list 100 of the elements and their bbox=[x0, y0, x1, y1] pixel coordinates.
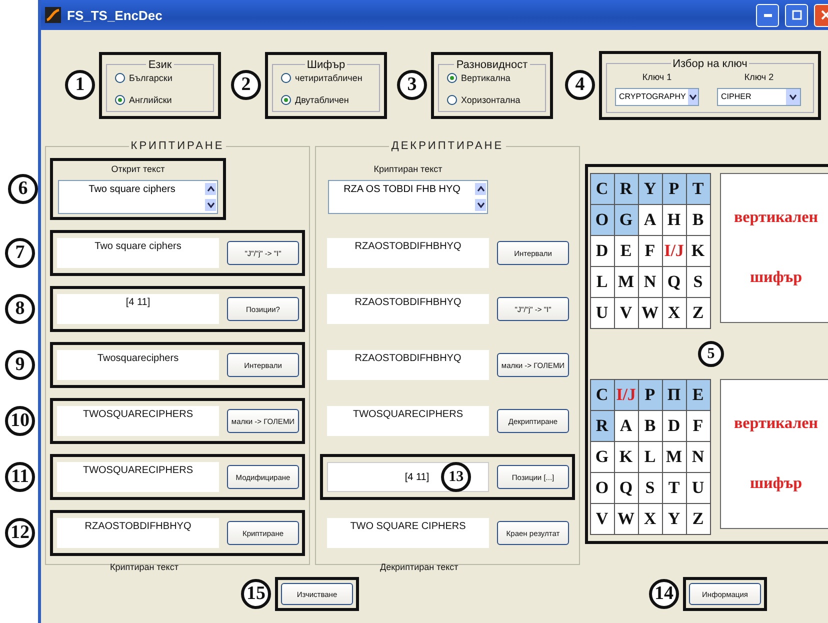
panel-title: КРИПТИРАНЕ bbox=[130, 140, 226, 152]
letter-cell: U bbox=[590, 298, 614, 328]
number-marker: 6 bbox=[8, 174, 38, 204]
letter-cell: C bbox=[590, 380, 614, 410]
maximize-icon bbox=[792, 10, 802, 20]
letter-cell: V bbox=[590, 504, 614, 534]
letter-cell: T bbox=[686, 174, 710, 204]
key-label: Ключ 1 bbox=[642, 72, 672, 82]
scroll-up-button[interactable] bbox=[475, 183, 486, 195]
letter-cell: I/J bbox=[662, 236, 686, 266]
letter-cell: Q bbox=[614, 473, 638, 503]
letter-cell: E bbox=[614, 236, 638, 266]
letter-cell: E bbox=[686, 380, 710, 410]
letter-cell: W bbox=[614, 504, 638, 534]
number-marker: 2 bbox=[231, 70, 261, 100]
letter-cell: П bbox=[662, 380, 686, 410]
group-title: Шифър bbox=[306, 58, 346, 70]
maximize-button[interactable] bbox=[785, 4, 808, 26]
scroll-down-button[interactable] bbox=[475, 199, 486, 211]
radio-label: Двутабличен bbox=[295, 94, 349, 104]
output-field: RZAOSTOBDIFHBHYQ bbox=[327, 350, 489, 380]
number-marker: 13 bbox=[441, 462, 472, 492]
letter-cell: Z bbox=[686, 298, 710, 328]
letter-cell: Y bbox=[662, 504, 686, 534]
caption-text: шифър bbox=[750, 475, 802, 493]
letter-cell: R bbox=[614, 174, 638, 204]
letter-cell: P bbox=[638, 380, 662, 410]
group-title: Избор на ключ bbox=[672, 58, 748, 70]
group-title: Език bbox=[147, 58, 173, 70]
letter-cell: T bbox=[662, 473, 686, 503]
radio-button[interactable] bbox=[447, 72, 457, 82]
letter-cell: Q bbox=[662, 267, 686, 297]
output-field: RZAOSTOBDIFHBHYQ bbox=[57, 518, 219, 548]
letter-cell: G bbox=[614, 205, 638, 235]
key-dropdown[interactable]: CIPHER bbox=[717, 88, 801, 106]
letter-cell: I/J bbox=[614, 380, 638, 410]
number-marker: 12 bbox=[5, 518, 35, 548]
radio-button[interactable] bbox=[115, 72, 125, 82]
caption-text: шифър bbox=[750, 269, 802, 287]
letter-cell: P bbox=[662, 174, 686, 204]
letter-cell: H bbox=[662, 205, 686, 235]
letter-cell: B bbox=[686, 205, 710, 235]
number-marker: 3 bbox=[397, 70, 427, 100]
letter-cell: Z bbox=[686, 504, 710, 534]
letter-cell: U bbox=[686, 473, 710, 503]
radio-label: Вертикална bbox=[461, 72, 510, 82]
letter-cell: K bbox=[614, 442, 638, 472]
output-field: TWOSQUARECIPHERS bbox=[327, 406, 489, 436]
output-field: Two square ciphers bbox=[57, 238, 219, 268]
letter-cell: R bbox=[590, 411, 614, 441]
close-icon bbox=[820, 10, 828, 20]
number-marker: 9 bbox=[5, 350, 35, 380]
minimize-icon bbox=[764, 14, 772, 16]
number-marker: 10 bbox=[5, 406, 35, 436]
scroll-up-button[interactable] bbox=[205, 183, 216, 195]
radio-button[interactable] bbox=[281, 72, 291, 82]
letter-cell: F bbox=[686, 411, 710, 441]
radio-label: Български bbox=[129, 72, 172, 82]
key-label: Ключ 2 bbox=[744, 72, 774, 82]
number-marker: 4 bbox=[565, 70, 595, 100]
letter-cell: V bbox=[614, 298, 638, 328]
radio-label: Хоризонтална bbox=[461, 94, 520, 104]
output-field: TWOSQUARECIPHERS bbox=[57, 462, 219, 492]
radio-button[interactable] bbox=[447, 94, 457, 104]
app-icon bbox=[45, 7, 61, 23]
letter-cell: L bbox=[638, 442, 662, 472]
letter-cell: X bbox=[638, 504, 662, 534]
output-field: [4 11] bbox=[57, 294, 219, 324]
footer-label: Декриптиран текст bbox=[380, 562, 460, 572]
letter-cell: G bbox=[590, 442, 614, 472]
group-title: Разновидност bbox=[455, 58, 529, 70]
text-area[interactable]: Two square ciphers bbox=[58, 180, 218, 214]
minimize-button[interactable] bbox=[756, 4, 779, 26]
caption-text: вертикален bbox=[734, 209, 818, 227]
radio-button[interactable] bbox=[115, 94, 125, 104]
letter-cell: B bbox=[638, 411, 662, 441]
letter-cell: N bbox=[686, 442, 710, 472]
letter-cell: W bbox=[638, 298, 662, 328]
letter-cell: M bbox=[614, 267, 638, 297]
number-marker: 7 bbox=[5, 238, 35, 268]
output-field: [4 11] 13 bbox=[327, 462, 489, 492]
window-title: FS_TS_EncDec bbox=[67, 8, 164, 22]
number-marker: 15 bbox=[241, 579, 271, 609]
letter-cell: O bbox=[590, 205, 614, 235]
letter-cell: L bbox=[590, 267, 614, 297]
letter-cell: K bbox=[686, 236, 710, 266]
letter-cell: M bbox=[662, 442, 686, 472]
field-label: Открит текст bbox=[111, 164, 165, 174]
number-marker: 8 bbox=[5, 294, 35, 324]
key-dropdown[interactable]: CRYPTOGRAPHY bbox=[615, 88, 699, 106]
radio-button[interactable] bbox=[281, 94, 291, 104]
radio-label: Английски bbox=[129, 94, 172, 104]
scroll-down-button[interactable] bbox=[205, 199, 216, 211]
number-marker: 11 bbox=[5, 462, 35, 492]
text-area[interactable]: RZA OS TOBDI FHB HYQ bbox=[328, 180, 488, 214]
output-field: RZAOSTOBDIFHBHYQ bbox=[327, 238, 489, 268]
number-marker: 1 bbox=[65, 70, 95, 100]
letter-cell: A bbox=[638, 205, 662, 235]
field-label: Криптиран текст bbox=[374, 164, 442, 174]
letter-cell: D bbox=[590, 236, 614, 266]
